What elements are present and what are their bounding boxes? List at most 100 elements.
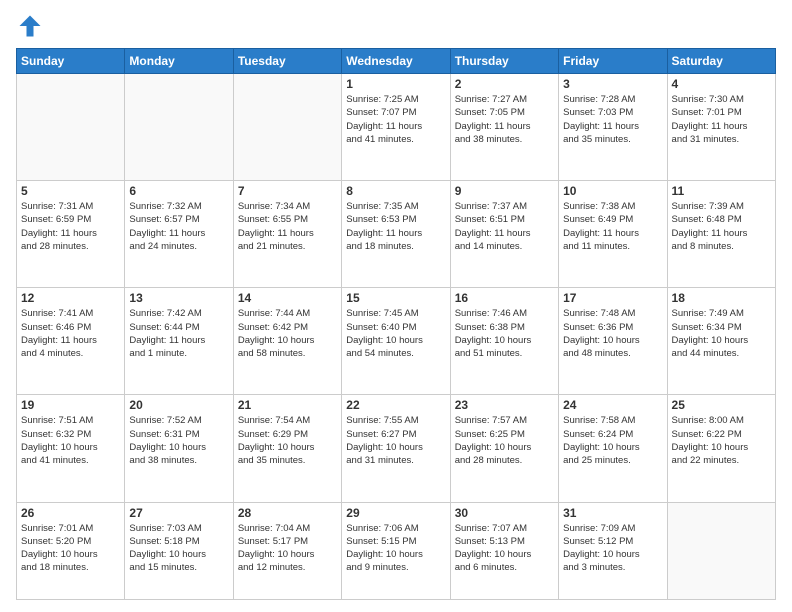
day-info: Sunrise: 7:46 AM Sunset: 6:38 PM Dayligh…	[455, 307, 554, 360]
day-info: Sunrise: 7:41 AM Sunset: 6:46 PM Dayligh…	[21, 307, 120, 360]
day-number: 22	[346, 398, 445, 412]
day-info: Sunrise: 7:03 AM Sunset: 5:18 PM Dayligh…	[129, 522, 228, 575]
day-info: Sunrise: 7:34 AM Sunset: 6:55 PM Dayligh…	[238, 200, 337, 253]
calendar-table: SundayMondayTuesdayWednesdayThursdayFrid…	[16, 48, 776, 600]
day-number: 10	[563, 184, 662, 198]
calendar-cell: 12 Sunrise: 7:41 AM Sunset: 6:46 PM Dayli…	[17, 288, 125, 395]
calendar-cell: 7 Sunrise: 7:34 AM Sunset: 6:55 PM Daylig…	[233, 181, 341, 288]
calendar-cell: 23 Sunrise: 7:57 AM Sunset: 6:25 PM Dayli…	[450, 395, 558, 502]
calendar-cell: 10 Sunrise: 7:38 AM Sunset: 6:49 PM Dayli…	[559, 181, 667, 288]
day-info: Sunrise: 7:37 AM Sunset: 6:51 PM Dayligh…	[455, 200, 554, 253]
day-info: Sunrise: 7:30 AM Sunset: 7:01 PM Dayligh…	[672, 93, 771, 146]
calendar-cell: 17 Sunrise: 7:48 AM Sunset: 6:36 PM Dayli…	[559, 288, 667, 395]
calendar-cell	[233, 74, 341, 181]
day-number: 29	[346, 506, 445, 520]
day-number: 12	[21, 291, 120, 305]
day-number: 8	[346, 184, 445, 198]
day-number: 26	[21, 506, 120, 520]
calendar-cell: 11 Sunrise: 7:39 AM Sunset: 6:48 PM Dayli…	[667, 181, 775, 288]
calendar-cell: 13 Sunrise: 7:42 AM Sunset: 6:44 PM Dayli…	[125, 288, 233, 395]
day-info: Sunrise: 7:04 AM Sunset: 5:17 PM Dayligh…	[238, 522, 337, 575]
day-info: Sunrise: 7:58 AM Sunset: 6:24 PM Dayligh…	[563, 414, 662, 467]
calendar-cell	[667, 502, 775, 599]
day-number: 7	[238, 184, 337, 198]
calendar-cell: 5 Sunrise: 7:31 AM Sunset: 6:59 PM Daylig…	[17, 181, 125, 288]
day-info: Sunrise: 7:09 AM Sunset: 5:12 PM Dayligh…	[563, 522, 662, 575]
weekday-header-thursday: Thursday	[450, 49, 558, 74]
day-number: 11	[672, 184, 771, 198]
calendar-cell: 16 Sunrise: 7:46 AM Sunset: 6:38 PM Dayli…	[450, 288, 558, 395]
day-info: Sunrise: 7:57 AM Sunset: 6:25 PM Dayligh…	[455, 414, 554, 467]
weekday-header-tuesday: Tuesday	[233, 49, 341, 74]
day-info: Sunrise: 8:00 AM Sunset: 6:22 PM Dayligh…	[672, 414, 771, 467]
day-info: Sunrise: 7:52 AM Sunset: 6:31 PM Dayligh…	[129, 414, 228, 467]
calendar-cell: 3 Sunrise: 7:28 AM Sunset: 7:03 PM Daylig…	[559, 74, 667, 181]
day-number: 27	[129, 506, 228, 520]
week-row-4: 19 Sunrise: 7:51 AM Sunset: 6:32 PM Dayli…	[17, 395, 776, 502]
weekday-header-wednesday: Wednesday	[342, 49, 450, 74]
day-number: 15	[346, 291, 445, 305]
weekday-header-saturday: Saturday	[667, 49, 775, 74]
calendar-cell: 26 Sunrise: 7:01 AM Sunset: 5:20 PM Dayli…	[17, 502, 125, 599]
day-number: 20	[129, 398, 228, 412]
day-number: 3	[563, 77, 662, 91]
day-info: Sunrise: 7:42 AM Sunset: 6:44 PM Dayligh…	[129, 307, 228, 360]
day-info: Sunrise: 7:45 AM Sunset: 6:40 PM Dayligh…	[346, 307, 445, 360]
day-number: 13	[129, 291, 228, 305]
page: SundayMondayTuesdayWednesdayThursdayFrid…	[0, 0, 792, 612]
day-info: Sunrise: 7:01 AM Sunset: 5:20 PM Dayligh…	[21, 522, 120, 575]
day-info: Sunrise: 7:51 AM Sunset: 6:32 PM Dayligh…	[21, 414, 120, 467]
calendar-cell: 15 Sunrise: 7:45 AM Sunset: 6:40 PM Dayli…	[342, 288, 450, 395]
day-number: 19	[21, 398, 120, 412]
day-info: Sunrise: 7:39 AM Sunset: 6:48 PM Dayligh…	[672, 200, 771, 253]
calendar-cell: 31 Sunrise: 7:09 AM Sunset: 5:12 PM Dayli…	[559, 502, 667, 599]
day-number: 5	[21, 184, 120, 198]
day-number: 9	[455, 184, 554, 198]
day-info: Sunrise: 7:49 AM Sunset: 6:34 PM Dayligh…	[672, 307, 771, 360]
day-number: 1	[346, 77, 445, 91]
calendar-cell: 25 Sunrise: 8:00 AM Sunset: 6:22 PM Dayli…	[667, 395, 775, 502]
day-number: 17	[563, 291, 662, 305]
week-row-2: 5 Sunrise: 7:31 AM Sunset: 6:59 PM Daylig…	[17, 181, 776, 288]
week-row-5: 26 Sunrise: 7:01 AM Sunset: 5:20 PM Dayli…	[17, 502, 776, 599]
day-number: 18	[672, 291, 771, 305]
day-number: 30	[455, 506, 554, 520]
calendar-cell: 2Sunrise: 7:27 AM Sunset: 7:05 PM Daylig…	[450, 74, 558, 181]
weekday-header-monday: Monday	[125, 49, 233, 74]
day-info: Sunrise: 7:55 AM Sunset: 6:27 PM Dayligh…	[346, 414, 445, 467]
calendar-cell: 4 Sunrise: 7:30 AM Sunset: 7:01 PM Daylig…	[667, 74, 775, 181]
day-info: Sunrise: 7:31 AM Sunset: 6:59 PM Dayligh…	[21, 200, 120, 253]
calendar-cell: 6Sunrise: 7:32 AM Sunset: 6:57 PM Daylig…	[125, 181, 233, 288]
calendar-cell: 21Sunrise: 7:54 AM Sunset: 6:29 PM Dayli…	[233, 395, 341, 502]
calendar-cell: 22 Sunrise: 7:55 AM Sunset: 6:27 PM Dayli…	[342, 395, 450, 502]
calendar-cell: 20 Sunrise: 7:52 AM Sunset: 6:31 PM Dayli…	[125, 395, 233, 502]
day-number: 31	[563, 506, 662, 520]
calendar-cell: 28Sunrise: 7:04 AM Sunset: 5:17 PM Dayli…	[233, 502, 341, 599]
calendar-cell: 29Sunrise: 7:06 AM Sunset: 5:15 PM Dayli…	[342, 502, 450, 599]
day-info: Sunrise: 7:28 AM Sunset: 7:03 PM Dayligh…	[563, 93, 662, 146]
calendar-cell: 19 Sunrise: 7:51 AM Sunset: 6:32 PM Dayli…	[17, 395, 125, 502]
calendar-cell: 30Sunrise: 7:07 AM Sunset: 5:13 PM Dayli…	[450, 502, 558, 599]
logo	[16, 12, 48, 40]
calendar-cell: 1 Sunrise: 7:25 AM Sunset: 7:07 PM Daylig…	[342, 74, 450, 181]
calendar-cell: 24Sunrise: 7:58 AM Sunset: 6:24 PM Dayli…	[559, 395, 667, 502]
day-number: 2	[455, 77, 554, 91]
day-number: 16	[455, 291, 554, 305]
day-number: 14	[238, 291, 337, 305]
day-info: Sunrise: 7:48 AM Sunset: 6:36 PM Dayligh…	[563, 307, 662, 360]
weekday-header-row: SundayMondayTuesdayWednesdayThursdayFrid…	[17, 49, 776, 74]
day-info: Sunrise: 7:54 AM Sunset: 6:29 PM Dayligh…	[238, 414, 337, 467]
day-number: 23	[455, 398, 554, 412]
calendar-cell	[17, 74, 125, 181]
day-info: Sunrise: 7:35 AM Sunset: 6:53 PM Dayligh…	[346, 200, 445, 253]
day-number: 4	[672, 77, 771, 91]
header	[16, 12, 776, 40]
day-number: 25	[672, 398, 771, 412]
weekday-header-sunday: Sunday	[17, 49, 125, 74]
day-number: 6	[129, 184, 228, 198]
calendar-cell: 14Sunrise: 7:44 AM Sunset: 6:42 PM Dayli…	[233, 288, 341, 395]
day-info: Sunrise: 7:38 AM Sunset: 6:49 PM Dayligh…	[563, 200, 662, 253]
day-info: Sunrise: 7:25 AM Sunset: 7:07 PM Dayligh…	[346, 93, 445, 146]
calendar-cell	[125, 74, 233, 181]
calendar-cell: 18 Sunrise: 7:49 AM Sunset: 6:34 PM Dayli…	[667, 288, 775, 395]
